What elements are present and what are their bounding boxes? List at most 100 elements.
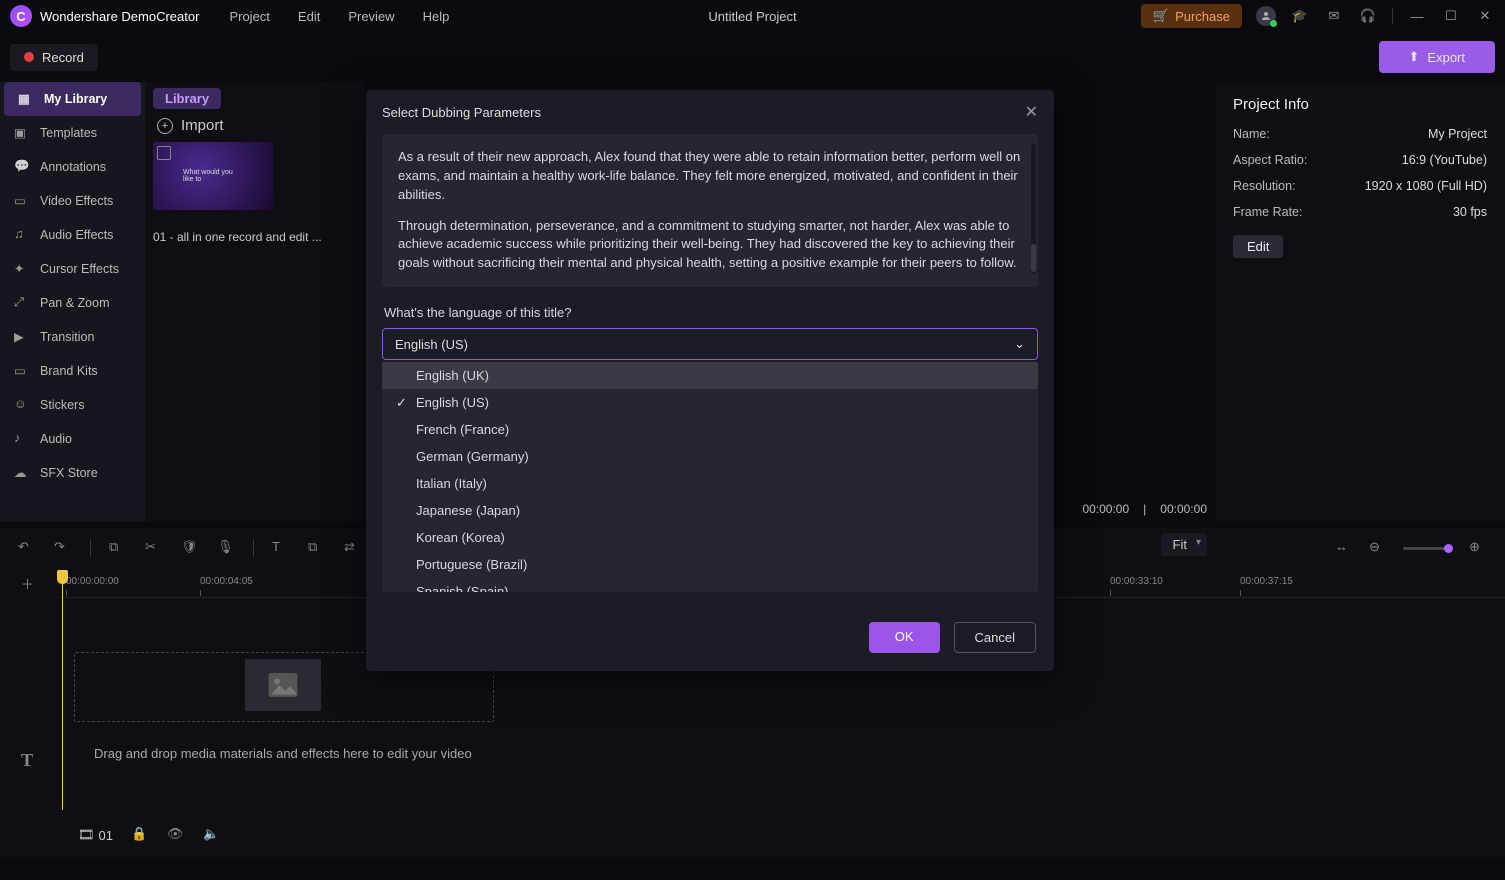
timeline-hint: Drag and drop media materials and effect… bbox=[94, 746, 1505, 761]
sidebar-item-audio-fx[interactable]: ♫ Audio Effects bbox=[0, 218, 145, 252]
split-icon[interactable]: ✂ bbox=[145, 539, 163, 557]
window-minimize-icon[interactable]: — bbox=[1407, 6, 1427, 26]
sidebar-item-label: Brand Kits bbox=[40, 364, 98, 378]
sidebar-item-label: Audio bbox=[40, 432, 72, 446]
dubbing-modal: Select Dubbing Parameters ✕ As a result … bbox=[366, 90, 1054, 671]
menu-project[interactable]: Project bbox=[229, 9, 269, 24]
info-res-label: Resolution: bbox=[1233, 179, 1296, 193]
mail-icon[interactable]: ✉ bbox=[1324, 6, 1344, 26]
sidebar-item-label: Audio Effects bbox=[40, 228, 113, 242]
info-title: Project Info bbox=[1233, 96, 1487, 113]
ok-button[interactable]: OK bbox=[869, 622, 940, 653]
undo-icon[interactable]: ↶ bbox=[18, 539, 36, 557]
language-option[interactable]: Japanese (Japan) bbox=[382, 497, 1038, 524]
sidebar-item-store[interactable]: ☁ SFX Store bbox=[0, 456, 145, 490]
library-tab[interactable]: Library bbox=[153, 88, 221, 109]
sidebar-item-transition[interactable]: ▶Transition bbox=[0, 320, 145, 354]
language-option[interactable]: Spanish (Spain) bbox=[382, 578, 1038, 592]
lock-icon[interactable]: 🔒 bbox=[131, 826, 149, 844]
language-option[interactable]: French (France) bbox=[382, 416, 1038, 443]
text-track-icon[interactable]: T bbox=[21, 750, 39, 768]
ruler-tick: 00:00:33:10 bbox=[1110, 576, 1163, 587]
export-button[interactable]: ⬆ Export bbox=[1379, 41, 1495, 73]
record-button[interactable]: Record bbox=[10, 44, 98, 71]
language-option[interactable]: English (US) bbox=[382, 389, 1038, 416]
chevron-down-icon: ⌄ bbox=[1014, 336, 1025, 352]
thumbnail-play-icon bbox=[157, 146, 171, 160]
sidebar-item-pan-zoom[interactable]: ⤢Pan & Zoom bbox=[0, 286, 145, 320]
cart-icon: 🛒 bbox=[1153, 8, 1169, 24]
record-label: Record bbox=[42, 50, 84, 65]
zoom-thumb[interactable] bbox=[1444, 544, 1453, 553]
sidebar-item-video-fx[interactable]: ▭Video Effects bbox=[0, 184, 145, 218]
menu-help[interactable]: Help bbox=[423, 9, 450, 24]
menu-edit[interactable]: Edit bbox=[298, 9, 320, 24]
fit-width-icon[interactable]: ↔ bbox=[1335, 539, 1353, 557]
sidebar-item-label: Transition bbox=[40, 330, 94, 344]
plus-circle-icon: + bbox=[157, 118, 173, 134]
app-logo: C bbox=[10, 5, 32, 27]
mute-icon[interactable]: 🔈 bbox=[203, 826, 221, 844]
import-button[interactable]: + Import bbox=[157, 117, 353, 134]
shield-icon[interactable]: 🛡 bbox=[181, 539, 199, 557]
menu-preview[interactable]: Preview bbox=[348, 9, 394, 24]
info-aspect-label: Aspect Ratio: bbox=[1233, 153, 1307, 167]
purchase-button[interactable]: 🛒 Purchase bbox=[1141, 4, 1242, 28]
divider bbox=[1392, 8, 1393, 24]
sidebar-item-label: SFX Store bbox=[40, 466, 98, 480]
cancel-button[interactable]: Cancel bbox=[954, 622, 1036, 653]
mic-icon[interactable]: 🎙 bbox=[217, 539, 235, 557]
fit-dropdown[interactable]: Fit bbox=[1161, 533, 1207, 556]
language-selected-value: English (US) bbox=[395, 337, 468, 352]
zoom-in-icon[interactable]: ⊕ bbox=[1469, 539, 1487, 557]
sidebar-item-brand[interactable]: ▭Brand Kits bbox=[0, 354, 145, 388]
scrollbar-thumb[interactable] bbox=[1031, 244, 1036, 272]
link-icon[interactable]: ⇄ bbox=[344, 539, 362, 557]
language-option[interactable]: English (UK) bbox=[382, 362, 1038, 389]
annotation-icon: 💬 bbox=[14, 159, 30, 175]
purchase-label: Purchase bbox=[1175, 9, 1230, 24]
film-icon: 🎞 bbox=[78, 827, 95, 843]
video-fx-icon: ▭ bbox=[14, 193, 30, 209]
language-option[interactable]: Portuguese (Brazil) bbox=[382, 551, 1038, 578]
language-option[interactable]: Korean (Korea) bbox=[382, 524, 1038, 551]
sidebar-item-sticker[interactable]: ☺Stickers bbox=[0, 388, 145, 422]
edit-project-button[interactable]: Edit bbox=[1233, 235, 1283, 258]
redo-icon[interactable]: ↷ bbox=[54, 539, 72, 557]
record-dot-icon bbox=[24, 52, 34, 62]
language-option[interactable]: German (Germany) bbox=[382, 443, 1038, 470]
menubar: C Wondershare DemoCreator Project Edit P… bbox=[0, 0, 1505, 32]
track-badge[interactable]: 🎞 01 bbox=[78, 827, 113, 843]
info-aspect-value: 16:9 (YouTube) bbox=[1402, 153, 1487, 167]
user-avatar-icon[interactable] bbox=[1256, 6, 1276, 26]
crop-icon[interactable]: ⧉ bbox=[109, 539, 127, 557]
language-option[interactable]: Italian (Italy) bbox=[382, 470, 1038, 497]
language-select[interactable]: English (US) ⌄ bbox=[382, 328, 1038, 360]
cursor-fx-icon: ✦ bbox=[14, 261, 30, 277]
sidebar-item-template[interactable]: ▣Templates bbox=[0, 116, 145, 150]
graduation-icon[interactable]: 🎓 bbox=[1290, 6, 1310, 26]
zoom-slider[interactable] bbox=[1403, 547, 1453, 550]
sidebar-item-annotation[interactable]: 💬Annotations bbox=[0, 150, 145, 184]
sidebar-item-cursor-fx[interactable]: ✦Cursor Effects bbox=[0, 252, 145, 286]
store-icon: ☁ bbox=[14, 465, 30, 481]
headset-icon[interactable]: 🎧 bbox=[1358, 6, 1378, 26]
media-thumbnail[interactable]: What would you like to bbox=[153, 142, 273, 210]
pan-zoom-icon: ⤢ bbox=[14, 295, 30, 311]
eye-icon[interactable]: 👁 bbox=[167, 826, 185, 844]
playhead[interactable] bbox=[62, 570, 63, 810]
window-maximize-icon[interactable]: ☐ bbox=[1441, 6, 1461, 26]
group-icon[interactable]: ⧉ bbox=[308, 539, 326, 557]
separator bbox=[90, 539, 91, 557]
modal-close-icon[interactable]: ✕ bbox=[1025, 102, 1038, 122]
sidebar-item-audio[interactable]: ♪Audio bbox=[0, 422, 145, 456]
script-textbox[interactable]: As a result of their new approach, Alex … bbox=[382, 134, 1038, 287]
text-box-icon[interactable]: T bbox=[272, 539, 290, 557]
add-track-icon[interactable]: ＋ bbox=[21, 574, 39, 592]
modal-footer: OK Cancel bbox=[366, 606, 1054, 671]
sidebar-item-label: Templates bbox=[40, 126, 97, 140]
audio-fx-icon: ♫ bbox=[14, 227, 30, 243]
window-close-icon[interactable]: ✕ bbox=[1475, 6, 1495, 26]
zoom-out-icon[interactable]: ⊖ bbox=[1369, 539, 1387, 557]
sidebar-item-library[interactable]: ▦My Library bbox=[4, 82, 141, 116]
